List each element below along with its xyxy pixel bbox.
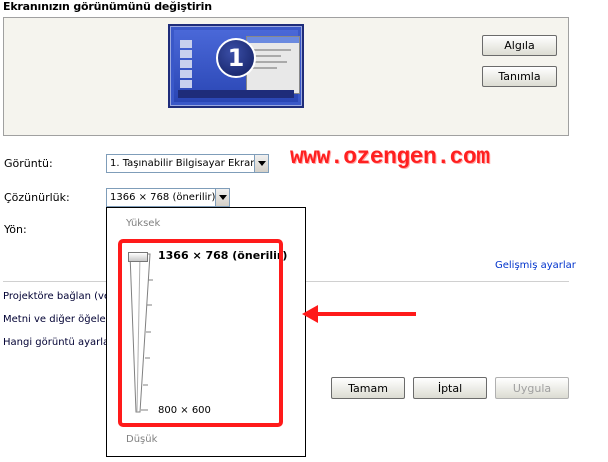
annotation-arrow-icon [302,305,416,323]
taskbar [178,90,294,98]
annotation-highlight-box [118,239,283,427]
page-title: Ekranınızın görünümünü değiştirin [3,0,212,13]
display-label: Görüntü: [4,157,53,170]
monitor-icon[interactable]: 1 [168,24,304,108]
ok-button[interactable]: Tamam [331,377,405,399]
cancel-button[interactable]: İptal [413,377,487,399]
identify-button[interactable]: Tanımla [482,66,557,87]
high-label: Yüksek [126,218,161,229]
resolution-select[interactable]: 1366 × 768 (önerilir) [106,188,230,207]
display-settings-link[interactable]: Hangi görüntü ayarlar [3,337,113,348]
detect-button[interactable]: Algıla [482,35,557,56]
projector-link[interactable]: Projektöre bağlan (ve [3,291,110,302]
sidebar-gadgets [180,38,196,94]
display-select-value: 1. Taşınabilir Bilgisayar Ekranı [110,158,260,169]
display-select[interactable]: 1. Taşınabilir Bilgisayar Ekranı [106,154,269,173]
display-select-arrow[interactable] [254,155,268,172]
low-label: Düşük [126,434,158,445]
monitor-number-badge: 1 [216,38,256,78]
resolution-select-value: 1366 × 768 (önerilir) [110,192,216,203]
orientation-label: Yön: [4,223,27,236]
advanced-settings-link[interactable]: Gelişmiş ayarlar [495,260,576,271]
apply-button[interactable]: Uygula [495,377,569,399]
resolution-label: Çözünürlük: [4,191,70,204]
text-size-link[interactable]: Metni ve diğer öğeleri [3,314,113,325]
resolution-select-arrow[interactable] [215,189,229,206]
watermark-text: www.ozengen.com [290,144,490,170]
